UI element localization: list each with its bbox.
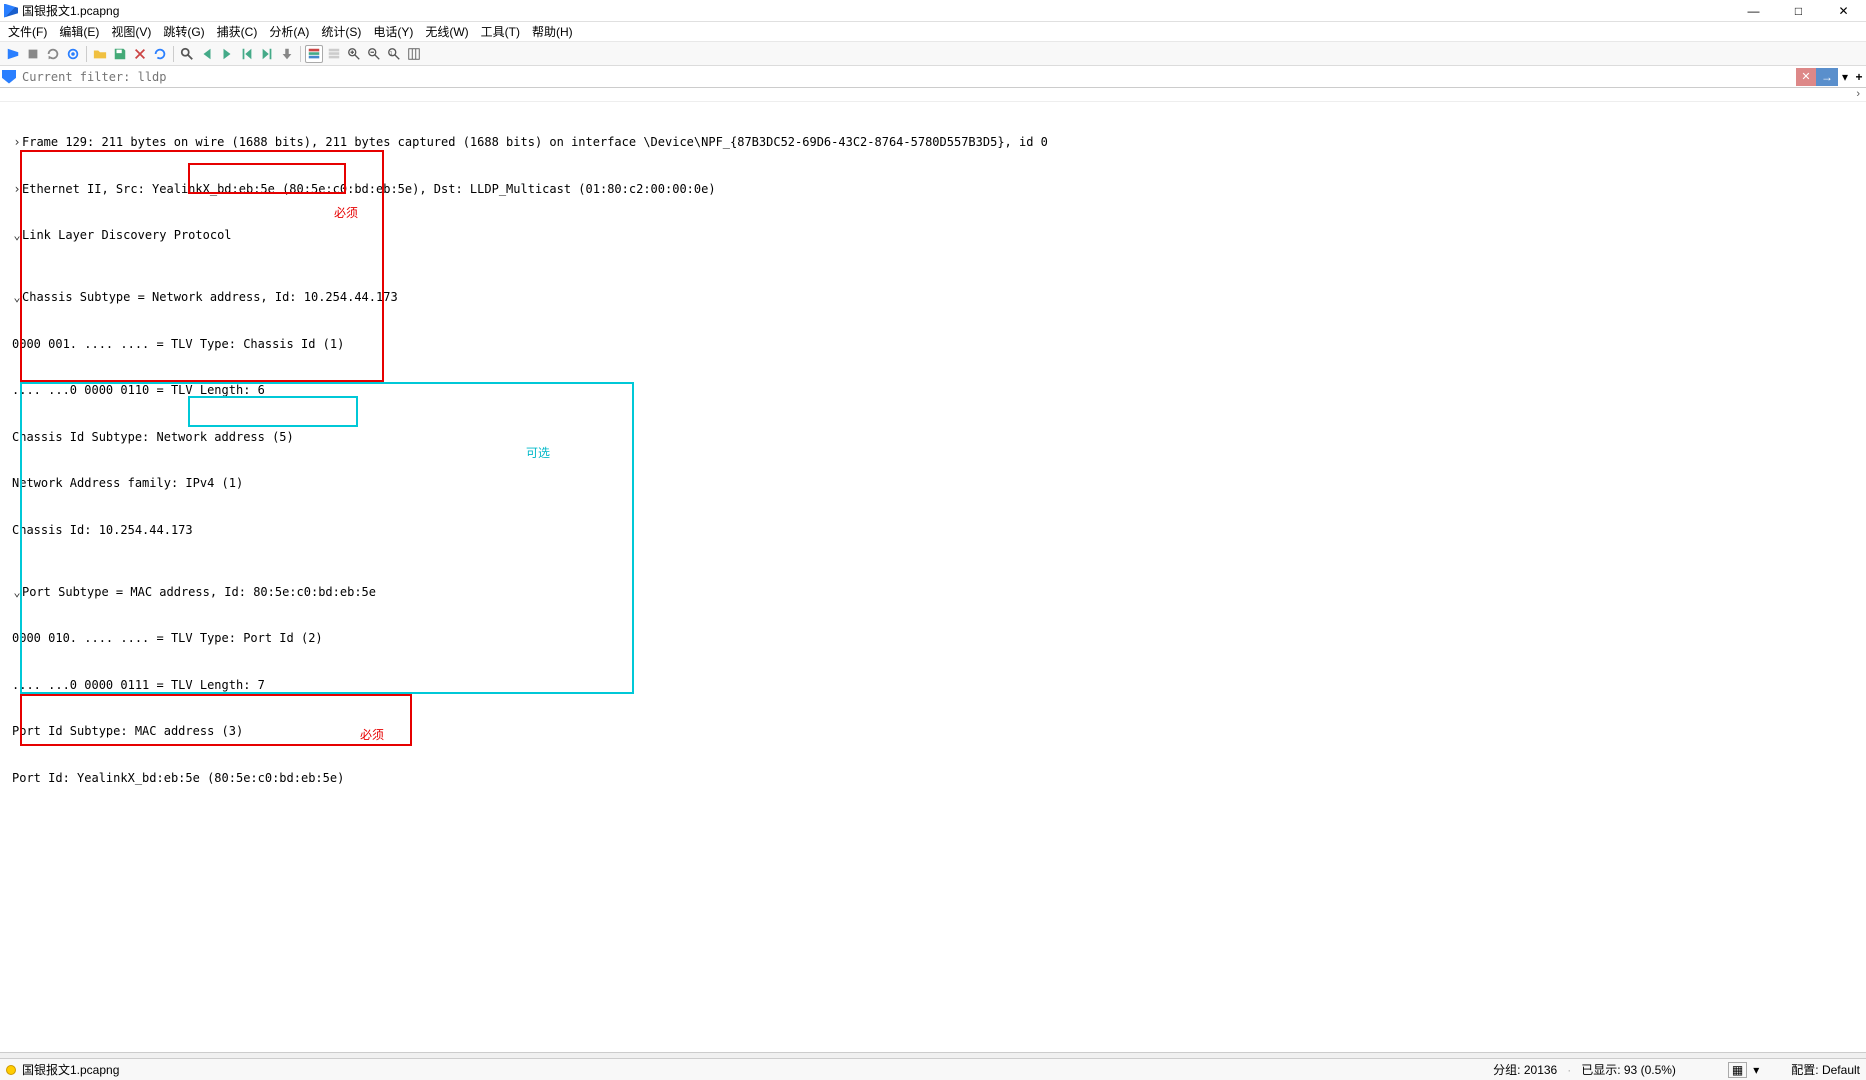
tree-chassis[interactable]: ⌄Chassis Subtype = Network address, Id: … xyxy=(0,290,1866,306)
tree-chassis-len[interactable]: .... ...0 0000 0110 = TLV Length: 6 xyxy=(0,383,1866,399)
zoom-reset-icon[interactable]: 1 xyxy=(385,45,403,63)
layout-dropdown[interactable]: ▾ xyxy=(1753,1063,1759,1077)
tree-port-id[interactable]: Port Id: YealinkX_bd:eb:5e (80:5e:c0:bd:… xyxy=(0,771,1866,787)
status-packets: 分组: 20136 xyxy=(1493,1061,1557,1078)
open-file-icon[interactable] xyxy=(91,45,109,63)
filter-apply-button[interactable]: → xyxy=(1816,68,1838,86)
restart-capture-icon[interactable] xyxy=(44,45,62,63)
menu-tools[interactable]: 工具(T) xyxy=(475,21,526,42)
find-packet-icon[interactable] xyxy=(178,45,196,63)
maximize-button[interactable]: □ xyxy=(1776,0,1821,22)
toolbar-separator xyxy=(300,46,301,62)
tree-port-sub[interactable]: Port Id Subtype: MAC address (3) xyxy=(0,724,1866,740)
go-next-icon[interactable] xyxy=(218,45,236,63)
expert-info-icon[interactable] xyxy=(6,1065,16,1075)
window-controls: — □ ✕ xyxy=(1731,0,1866,22)
status-profile[interactable]: 配置: Default xyxy=(1791,1061,1860,1078)
close-button[interactable]: ✕ xyxy=(1821,0,1866,22)
layout-icon[interactable]: ▦ xyxy=(1728,1062,1747,1078)
tree-port-len[interactable]: .... ...0 0000 0111 = TLV Length: 7 xyxy=(0,678,1866,694)
tree-frame[interactable]: ›Frame 129: 211 bytes on wire (1688 bits… xyxy=(0,135,1866,151)
annotation-optional-inner xyxy=(188,396,358,427)
tree-port-type[interactable]: 0000 010. .... .... = TLV Type: Port Id … xyxy=(0,631,1866,647)
display-filter-bar: ✕ → ▾ + xyxy=(0,66,1866,88)
tree-ethernet[interactable]: ›Ethernet II, Src: YealinkX_bd:eb:5e (80… xyxy=(0,182,1866,198)
zoom-in-icon[interactable] xyxy=(345,45,363,63)
save-file-icon[interactable] xyxy=(111,45,129,63)
tree-chassis-fam[interactable]: Network Address family: IPv4 (1) xyxy=(0,476,1866,492)
window-title: 国银报文1.pcapng xyxy=(22,2,119,19)
stop-capture-icon[interactable] xyxy=(24,45,42,63)
tree-chassis-type[interactable]: 0000 001. .... .... = TLV Type: Chassis … xyxy=(0,337,1866,353)
reload-file-icon[interactable] xyxy=(151,45,169,63)
tree-port[interactable]: ⌄Port Subtype = MAC address, Id: 80:5e:c… xyxy=(0,585,1866,601)
toolbar-separator xyxy=(86,46,87,62)
packet-list-collapsed[interactable]: › xyxy=(0,88,1866,102)
svg-text:1: 1 xyxy=(390,50,393,56)
menu-analyze[interactable]: 分析(A) xyxy=(263,21,315,42)
filter-bookmark-icon[interactable] xyxy=(2,70,16,84)
start-capture-icon[interactable] xyxy=(4,45,22,63)
menu-capture[interactable]: 捕获(C) xyxy=(211,21,264,42)
display-filter-input[interactable] xyxy=(18,68,1796,86)
filter-history-dropdown[interactable]: ▾ xyxy=(1838,68,1852,86)
resize-columns-icon[interactable] xyxy=(405,45,423,63)
filter-add-button[interactable]: + xyxy=(1852,68,1866,86)
go-last-icon[interactable] xyxy=(258,45,276,63)
go-first-icon[interactable] xyxy=(238,45,256,63)
tree-lldp[interactable]: ⌄Link Layer Discovery Protocol xyxy=(0,228,1866,244)
close-file-icon[interactable] xyxy=(131,45,149,63)
menu-view[interactable]: 视图(V) xyxy=(105,21,157,42)
annotation-optional-label: 可选 xyxy=(526,446,550,462)
toolbar-separator xyxy=(173,46,174,62)
toolbar: 1 xyxy=(0,42,1866,66)
title-bar: 国银报文1.pcapng — □ ✕ xyxy=(0,0,1866,22)
menu-statistics[interactable]: 统计(S) xyxy=(315,21,367,42)
go-prev-icon[interactable] xyxy=(198,45,216,63)
tree-chassis-sub[interactable]: Chassis Id Subtype: Network address (5) xyxy=(0,430,1866,446)
annotation-required-label-1: 必须 xyxy=(334,206,358,222)
nocolor-icon[interactable] xyxy=(325,45,343,63)
status-displayed: 已显示: 93 (0.5%) xyxy=(1581,1061,1676,1078)
status-bar: 国银报文1.pcapng 分组: 20136 · 已显示: 93 (0.5%) … xyxy=(0,1058,1866,1080)
minimize-button[interactable]: — xyxy=(1731,0,1776,22)
tree-chassis-id[interactable]: Chassis Id: 10.254.44.173 xyxy=(0,523,1866,539)
menu-go[interactable]: 跳转(G) xyxy=(157,21,210,42)
capture-options-icon[interactable] xyxy=(64,45,82,63)
packet-details-pane[interactable]: ›Frame 129: 211 bytes on wire (1688 bits… xyxy=(0,102,1866,802)
status-file: 国银报文1.pcapng xyxy=(22,1061,119,1078)
menu-file[interactable]: 文件(F) xyxy=(2,21,53,42)
filter-clear-button[interactable]: ✕ xyxy=(1796,68,1816,86)
menu-bar: 文件(F) 编辑(E) 视图(V) 跳转(G) 捕获(C) 分析(A) 统计(S… xyxy=(0,22,1866,42)
menu-telephony[interactable]: 电话(Y) xyxy=(367,21,419,42)
colorize-icon[interactable] xyxy=(305,45,323,63)
autoscroll-icon[interactable] xyxy=(278,45,296,63)
menu-help[interactable]: 帮助(H) xyxy=(526,21,579,42)
zoom-out-icon[interactable] xyxy=(365,45,383,63)
menu-wireless[interactable]: 无线(W) xyxy=(419,21,474,42)
wireshark-icon xyxy=(4,4,18,18)
menu-edit[interactable]: 编辑(E) xyxy=(53,21,105,42)
